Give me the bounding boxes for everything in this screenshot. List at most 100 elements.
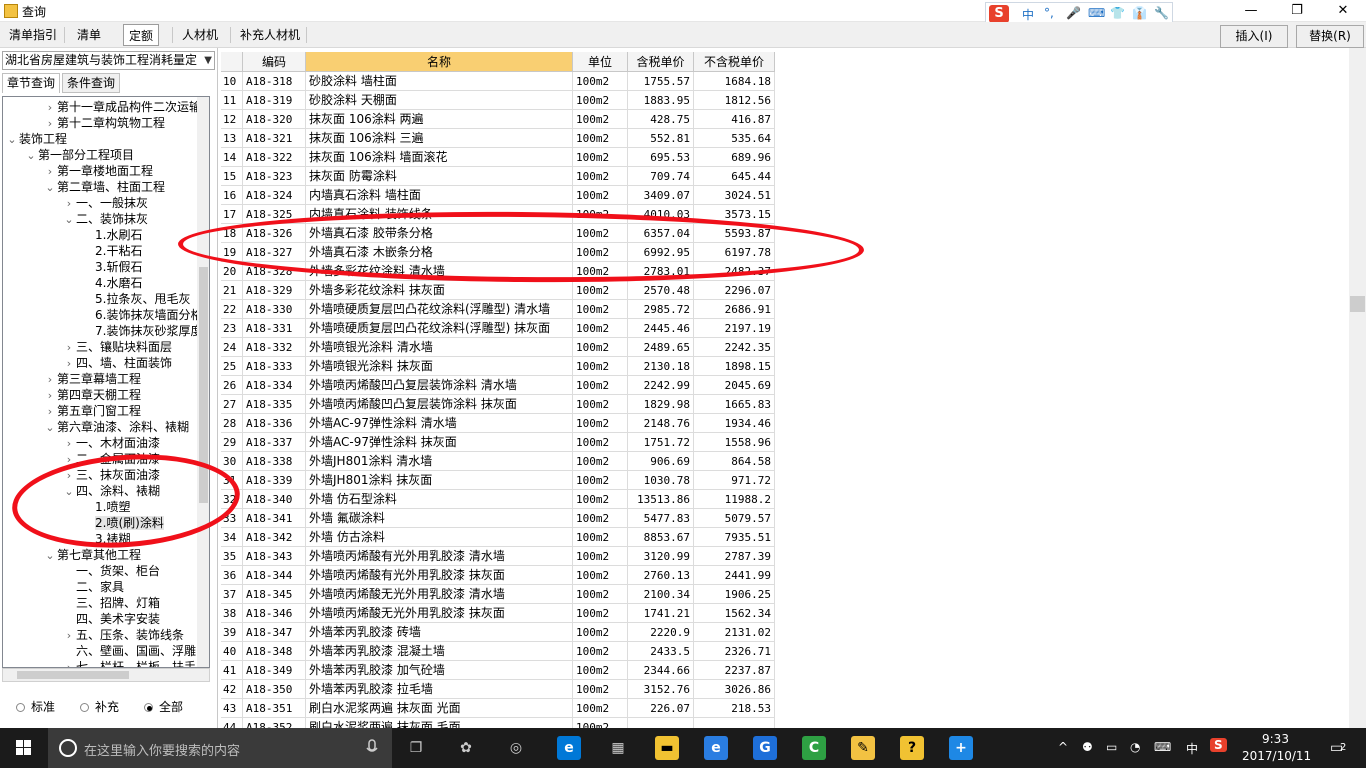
cell-tax-price[interactable]: 3152.76	[628, 680, 694, 699]
skin-icon[interactable]: 👕	[1110, 6, 1125, 20]
cell-tax-price[interactable]: 709.74	[628, 167, 694, 186]
header-name[interactable]: 名称	[306, 52, 573, 72]
cell-tax-price[interactable]: 226.07	[628, 699, 694, 718]
cell-notax-price[interactable]: 1665.83	[694, 395, 775, 414]
row-number[interactable]: 40	[221, 642, 243, 661]
row-number[interactable]: 14	[221, 148, 243, 167]
chevron-right-icon[interactable]: ›	[62, 356, 76, 372]
chevron-down-icon[interactable]: ⌄	[24, 148, 38, 164]
tree-node[interactable]: 1.水刷石	[81, 227, 142, 243]
insert-button[interactable]: 插入(I)	[1220, 25, 1288, 48]
cell-name[interactable]: 砂胶涂料 天棚面	[306, 91, 573, 110]
row-number[interactable]: 13	[221, 129, 243, 148]
chevron-right-icon[interactable]: ›	[43, 404, 57, 420]
row-number[interactable]: 44	[221, 718, 243, 728]
tree-node[interactable]: ⌄ 装饰工程	[5, 131, 67, 147]
taskbar-search[interactable]: 在这里输入你要搜索的内容	[48, 728, 392, 768]
cell-notax-price[interactable]: 3026.86	[694, 680, 775, 699]
cell-code[interactable]: A18-328	[243, 262, 306, 281]
chevron-right-icon[interactable]: ›	[43, 164, 57, 180]
cell-name[interactable]: 外墙 仿古涂料	[306, 528, 573, 547]
cell-unit[interactable]: 100m2	[573, 490, 628, 509]
cell-tax-price[interactable]: 1030.78	[628, 471, 694, 490]
cell-code[interactable]: A18-349	[243, 661, 306, 680]
cell-notax-price[interactable]: 2787.39	[694, 547, 775, 566]
chapter-tree[interactable]: › 七、栏杆、栏板、扶手 六、壁画、国画、浮雕 › 五、压条、装饰线条 四、美术字安装 三、…	[2, 96, 210, 668]
cell-notax-price[interactable]: 3024.51	[694, 186, 775, 205]
cell-name[interactable]: 内墙真石涂料 装饰线条	[306, 205, 573, 224]
cell-name[interactable]: 外墙苯丙乳胶漆 拉毛墙	[306, 680, 573, 699]
cell-tax-price[interactable]: 4010.03	[628, 205, 694, 224]
cell-name[interactable]: 外墙苯丙乳胶漆 加气砼墙	[306, 661, 573, 680]
table-row[interactable]: 34 A18-342 外墙 仿古涂料 100m2 8853.67 7935.51	[221, 528, 775, 547]
tree-node[interactable]: › 第一章楼地面工程	[43, 163, 153, 179]
cell-notax-price[interactable]: 1906.25	[694, 585, 775, 604]
row-number[interactable]: 30	[221, 452, 243, 471]
keyboard-icon[interactable]: ⌨	[1088, 6, 1105, 20]
fan-app-icon[interactable]: ✿	[454, 736, 478, 760]
cell-unit[interactable]: 100m2	[573, 433, 628, 452]
cell-notax-price[interactable]: 218.53	[694, 699, 775, 718]
table-row[interactable]: 22 A18-330 外墙喷硬质复层凹凸花纹涂料(浮雕型) 清水墙 100m2 2985…	[221, 300, 775, 319]
tray-ime-label[interactable]: 中	[1186, 740, 1198, 757]
table-row[interactable]: 14 A18-322 抹灰面 106涂料 墙面滚花 100m2 695.53 689.96	[221, 148, 775, 167]
cell-name[interactable]: 内墙真石涂料 墙柱面	[306, 186, 573, 205]
table-row[interactable]: 37 A18-345 外墙喷丙烯酸无光外用乳胶漆 清水墙 100m2 2100.34 19…	[221, 585, 775, 604]
cell-name[interactable]: 抹灰面 106涂料 两遍	[306, 110, 573, 129]
cell-name[interactable]: 外墙喷丙烯酸有光外用乳胶漆 清水墙	[306, 547, 573, 566]
tree-node[interactable]: 三、招牌、灯箱	[62, 595, 160, 611]
cell-tax-price[interactable]: 8853.67	[628, 528, 694, 547]
cell-name[interactable]: 抹灰面 106涂料 三遍	[306, 129, 573, 148]
microphone-icon[interactable]: 🎤	[1066, 6, 1081, 20]
table-row[interactable]: 11 A18-319 砂胶涂料 天棚面 100m2 1883.95 1812.56	[221, 91, 775, 110]
cell-tax-price[interactable]: 1829.98	[628, 395, 694, 414]
cell-code[interactable]: A18-337	[243, 433, 306, 452]
chevron-right-icon[interactable]: ›	[62, 196, 76, 212]
tray-network-icon[interactable]: ▭	[1106, 740, 1117, 754]
cell-tax-price[interactable]: 2783.01	[628, 262, 694, 281]
chevron-right-icon[interactable]: ›	[62, 436, 76, 452]
cell-code[interactable]: A18-325	[243, 205, 306, 224]
table-row[interactable]: 35 A18-343 外墙喷丙烯酸有光外用乳胶漆 清水墙 100m2 3120.99 27…	[221, 547, 775, 566]
row-number[interactable]: 15	[221, 167, 243, 186]
table-row[interactable]: 27 A18-335 外墙喷丙烯酸凹凸复层装饰涂料 抹灰面 100m2 1829.98 1…	[221, 395, 775, 414]
tray-sogou-icon[interactable]: S	[1210, 738, 1227, 752]
table-row[interactable]: 10 A18-318 砂胶涂料 墙柱面 100m2 1755.57 1684.18	[221, 72, 775, 91]
cell-code[interactable]: A18-335	[243, 395, 306, 414]
tree-node[interactable]: 二、家具	[62, 579, 124, 595]
cell-notax-price[interactable]: 6197.78	[694, 243, 775, 262]
cell-name[interactable]: 外墙真石漆 胶带条分格	[306, 224, 573, 243]
tree-horizontal-scrollbar[interactable]	[2, 668, 210, 682]
chevron-right-icon[interactable]: ›	[62, 340, 76, 356]
tree-node[interactable]: 4.水磨石	[81, 275, 142, 291]
header-code[interactable]: 编码	[243, 52, 306, 72]
cell-notax-price[interactable]: 971.72	[694, 471, 775, 490]
tree-node[interactable]: ⌄ 第二章墙、柱面工程	[43, 179, 165, 195]
tree-node[interactable]: ⌄ 第六章油漆、涂料、裱糊	[43, 419, 189, 435]
row-number[interactable]: 29	[221, 433, 243, 452]
row-number[interactable]: 21	[221, 281, 243, 300]
help-app-icon[interactable]: ?	[900, 736, 924, 760]
row-number[interactable]: 34	[221, 528, 243, 547]
shirt-icon[interactable]: 👔	[1132, 6, 1147, 20]
row-number[interactable]: 38	[221, 604, 243, 623]
tray-chevron-icon[interactable]: ^	[1058, 740, 1068, 754]
cell-name[interactable]: 外墙AC-97弹性涂料 抹灰面	[306, 433, 573, 452]
cell-unit[interactable]: 100m2	[573, 91, 628, 110]
cell-tax-price[interactable]: 2220.9	[628, 623, 694, 642]
table-row[interactable]: 26 A18-334 外墙喷丙烯酸凹凸复层装饰涂料 清水墙 100m2 2242.99 2…	[221, 376, 775, 395]
table-row[interactable]: 39 A18-347 外墙苯丙乳胶漆 砖墙 100m2 2220.9 2131.02	[221, 623, 775, 642]
table-row[interactable]: 36 A18-344 外墙喷丙烯酸有光外用乳胶漆 抹灰面 100m2 2760.13 24…	[221, 566, 775, 585]
cell-unit[interactable]: 100m2	[573, 72, 628, 91]
cell-name[interactable]: 外墙 氟碳涂料	[306, 509, 573, 528]
cell-unit[interactable]: 100m2	[573, 167, 628, 186]
store-icon[interactable]: ▦	[606, 736, 630, 760]
cell-unit[interactable]: 100m2	[573, 110, 628, 129]
cell-code[interactable]: A18-323	[243, 167, 306, 186]
tab-rencaiji[interactable]: 人材机	[177, 24, 223, 46]
cell-notax-price[interactable]	[694, 718, 775, 728]
start-button[interactable]	[0, 728, 48, 768]
cell-unit[interactable]: 100m2	[573, 395, 628, 414]
row-number[interactable]: 28	[221, 414, 243, 433]
cell-unit[interactable]: 100m2	[573, 148, 628, 167]
